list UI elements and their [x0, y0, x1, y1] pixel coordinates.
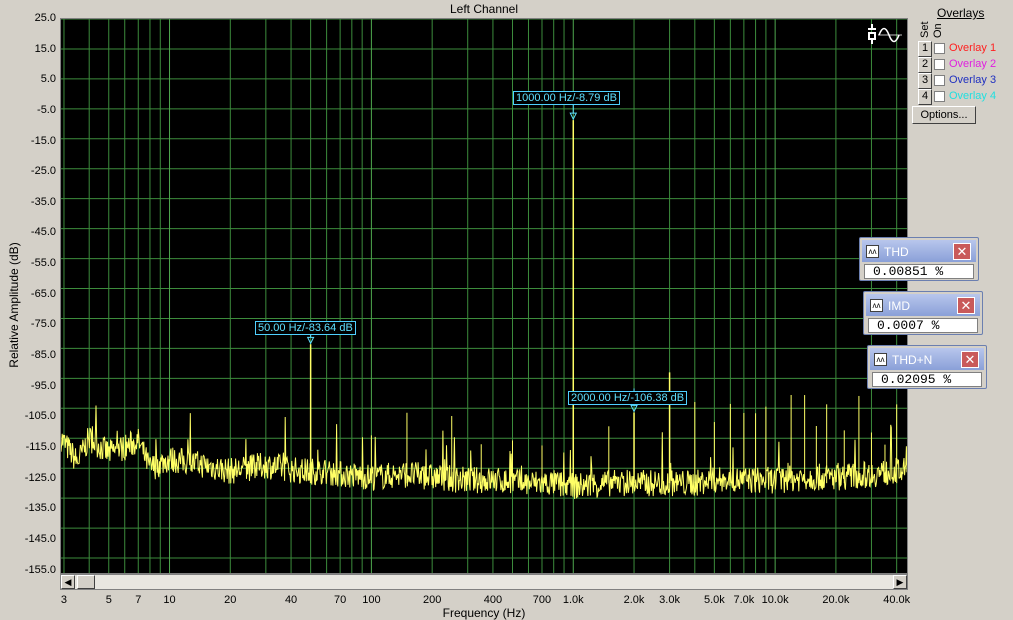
meter-wave-icon: ᴧᴧ: [866, 245, 879, 258]
overlay-set-button[interactable]: 3: [918, 73, 932, 89]
options-button[interactable]: Options...: [912, 106, 976, 124]
overlays-title: Overlays: [937, 6, 985, 20]
marker-label-2khz[interactable]: 2000.00 Hz/-106.38 dB: [568, 391, 688, 405]
y-tick-label: -15.0: [30, 134, 56, 147]
overlay-row-3: 3 Overlay 3: [918, 73, 1013, 89]
imd-meter: ᴧᴧ IMD ✕ 0.0007 %: [863, 291, 983, 335]
imd-close-button[interactable]: ✕: [957, 297, 975, 314]
spectrum-plot[interactable]: 1000.00 Hz/-8.79 dB 50.00 Hz/-83.64 dB 2…: [60, 18, 908, 574]
y-tick-label: -5.0: [37, 103, 56, 116]
overlay-on-checkbox[interactable]: [934, 43, 945, 54]
imd-value: 0.0007 %: [868, 318, 978, 333]
y-tick-label: -45.0: [30, 226, 56, 239]
y-tick-label: -135.0: [24, 502, 56, 515]
x-tick-label: 700: [532, 594, 552, 606]
overlay-name: Overlay 3: [949, 74, 997, 86]
x-axis-label: Frequency (Hz): [442, 606, 526, 620]
overlay-name: Overlay 4: [949, 90, 997, 102]
x-tick-label: 40.0k: [883, 594, 911, 606]
y-tick-label: -85.0: [30, 349, 56, 362]
x-tick-label: 7.0k: [733, 594, 755, 606]
x-tick-label: 1.0k: [562, 594, 584, 606]
thd-meter: ᴧᴧ THD ✕ 0.00851 %: [859, 237, 979, 281]
x-tick-label: 100: [362, 594, 381, 606]
thdn-value: 0.02095 %: [872, 372, 982, 387]
thd-value: 0.00851 %: [864, 264, 974, 279]
overlay-row-4: 4 Overlay 4: [918, 89, 1013, 105]
overlay-set-button[interactable]: 2: [918, 57, 932, 73]
x-tick-label: 40: [284, 594, 298, 606]
thdn-close-button[interactable]: ✕: [961, 351, 979, 368]
marker-label-1khz[interactable]: 1000.00 Hz/-8.79 dB: [513, 91, 620, 105]
y-tick-label: -25.0: [30, 165, 56, 178]
overlay-row-2: 2 Overlay 2: [918, 57, 1013, 73]
generator-sine-icon[interactable]: [866, 24, 906, 46]
overlays-set-header: Set: [919, 21, 931, 38]
imd-meter-header: ᴧᴧ IMD ✕: [866, 294, 980, 316]
x-tick-label: 200: [422, 594, 442, 606]
y-tick-label: -75.0: [30, 318, 56, 331]
overlay-name: Overlay 2: [949, 58, 997, 70]
y-tick-label: 5.0: [40, 73, 56, 86]
x-tick-label: 5: [105, 594, 112, 606]
y-tick-label: 25.0: [34, 12, 56, 24]
x-tick-label: 5.0k: [703, 594, 725, 606]
chart-title: Left Channel: [449, 2, 519, 16]
x-tick-label: 400: [483, 594, 503, 606]
y-tick-label: -95.0: [30, 379, 56, 392]
spectrum-plot-svg: [61, 19, 907, 573]
y-tick-label: -115.0: [25, 440, 56, 453]
y-tick-label: -65.0: [30, 287, 56, 300]
y-tick-label: -35.0: [30, 195, 56, 208]
overlay-row-1: 1 Overlay 1: [918, 41, 1013, 57]
x-tick-label: 3: [60, 594, 68, 606]
y-tick-label: -55.0: [30, 257, 56, 270]
x-tick-label: 10: [163, 594, 176, 606]
y-tick-label: -125.0: [24, 471, 56, 484]
thdn-meter-header: ᴧᴧ THD+N ✕: [870, 348, 984, 370]
x-tick-label: 70: [334, 594, 347, 606]
scroll-right-button[interactable]: ▶: [893, 575, 907, 589]
thd-meter-label: THD: [884, 245, 909, 259]
overlay-name: Overlay 1: [949, 42, 997, 54]
imd-meter-label: IMD: [888, 299, 910, 313]
x-tick-label: 3.0k: [659, 594, 680, 606]
scroll-left-button[interactable]: ◀: [61, 575, 75, 589]
spectrum-trace: [61, 405, 907, 500]
overlays-on-header: On: [932, 23, 944, 38]
x-tick-label: 2.0k: [623, 594, 645, 606]
overlay-set-button[interactable]: 1: [918, 41, 932, 57]
overlay-on-checkbox[interactable]: [934, 75, 945, 86]
overlay-on-checkbox[interactable]: [934, 59, 945, 70]
thdn-meter-label: THD+N: [892, 353, 933, 367]
spectrum-analyzer-window: Left Channel Relative Amplitude (dB) 25.…: [0, 0, 1013, 620]
thd-meter-header: ᴧᴧ THD ✕: [862, 240, 976, 262]
meter-wave-icon: ᴧᴧ: [874, 353, 887, 366]
x-tick-label: 10.0k: [761, 594, 789, 606]
y-tick-label: -105.0: [24, 410, 56, 423]
y-tick-label: 15.0: [34, 42, 56, 55]
marker-label-50hz[interactable]: 50.00 Hz/-83.64 dB: [255, 321, 356, 335]
y-tick-label: -145.0: [24, 532, 56, 545]
thdn-meter: ᴧᴧ THD+N ✕ 0.02095 %: [867, 345, 987, 389]
y-tick-label: -155.0: [24, 563, 56, 576]
horizontal-scrollbar[interactable]: ◀ ▶: [60, 574, 908, 590]
x-tick-label: 7: [135, 594, 142, 606]
overlay-set-button[interactable]: 4: [918, 89, 932, 105]
x-tick-label: 20: [224, 594, 237, 606]
x-tick-label: 20.0k: [822, 594, 850, 606]
scroll-thumb[interactable]: [77, 575, 95, 589]
overlay-on-checkbox[interactable]: [934, 91, 945, 102]
meter-wave-icon: ᴧᴧ: [870, 299, 883, 312]
thd-close-button[interactable]: ✕: [953, 243, 971, 260]
